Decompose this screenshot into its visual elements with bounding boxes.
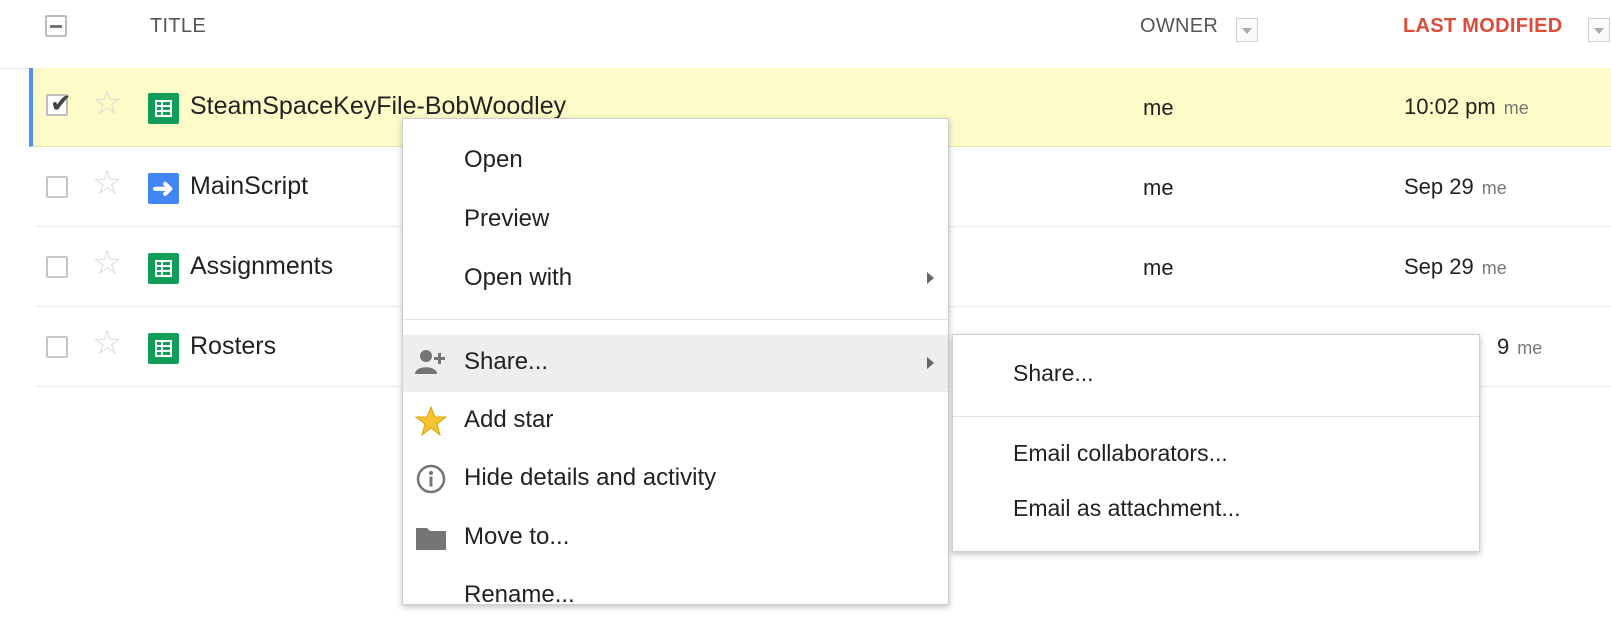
star-icon[interactable]: ☆ [92, 86, 122, 120]
file-owner: me [1143, 255, 1174, 280]
script-icon: ➜ [148, 173, 179, 204]
menu-item-label: Move to... [464, 523, 570, 550]
select-all-checkbox[interactable] [45, 15, 67, 37]
file-name[interactable]: SteamSpaceKeyFile-BobWoodley [190, 92, 566, 121]
star-icon[interactable]: ☆ [92, 326, 122, 360]
modified-time: Sep 29 [1404, 174, 1474, 199]
sheets-icon [148, 333, 179, 364]
context-menu: Open Preview Open with Share... Add star… [402, 118, 949, 608]
owner-sort-dropdown-icon[interactable] [1236, 18, 1258, 42]
star-icon[interactable]: ☆ [92, 246, 122, 280]
owner-column-header[interactable]: OWNER [1140, 15, 1218, 38]
add-person-icon [415, 350, 445, 374]
modified-by: me [1503, 98, 1529, 118]
menu-item-label: Share... [464, 348, 549, 375]
modified-time: 10:02 pm [1404, 94, 1496, 119]
submenu-item-email-as-attachment[interactable]: Email as attachment... [1013, 495, 1241, 522]
submenu-arrow-icon [927, 272, 934, 284]
menu-item-label: Open [464, 146, 523, 173]
submenu-arrow-icon [927, 357, 934, 369]
menu-item-add-star[interactable]: Add star [403, 394, 948, 448]
star-icon [415, 406, 447, 436]
menu-item-open[interactable]: Open [403, 134, 948, 188]
menu-item-preview[interactable]: Preview [403, 193, 948, 247]
file-name[interactable]: Assignments [190, 252, 333, 281]
menu-item-open-with[interactable]: Open with [403, 252, 948, 306]
sheets-icon [148, 253, 179, 284]
menu-item-share[interactable]: Share... [403, 335, 948, 392]
last-modified-sort-dropdown-icon[interactable] [1588, 18, 1610, 42]
modified-time: Sep 29 [1404, 254, 1474, 279]
file-owner: me [1143, 175, 1174, 200]
submenu-item-email-collaborators[interactable]: Email collaborators... [1013, 440, 1228, 467]
menu-item-label: Hide details and activity [464, 464, 717, 491]
menu-item-label: Open with [464, 264, 573, 291]
file-list-header: TITLE OWNER LAST MODIFIED [0, 0, 1611, 69]
file-modified: Sep 29 me [1404, 254, 1507, 280]
menu-item-hide-details[interactable]: Hide details and activity [403, 452, 948, 506]
star-icon[interactable]: ☆ [92, 166, 122, 200]
file-name[interactable]: MainScript [190, 172, 308, 201]
checkmark-icon: ✔ [50, 88, 72, 118]
modified-by: me [1481, 178, 1507, 198]
info-icon [416, 464, 446, 494]
file-modified: 9 me [1497, 334, 1542, 360]
row-checkbox[interactable] [46, 176, 68, 198]
file-modified: 10:02 pm me [1404, 94, 1529, 120]
row-checkbox[interactable]: ✔ [46, 90, 72, 116]
row-checkbox[interactable] [46, 256, 68, 278]
share-submenu: Share... Email collaborators... Email as… [952, 334, 1480, 552]
file-owner: me [1143, 95, 1174, 120]
menu-item-move-to[interactable]: Move to... [403, 511, 948, 565]
sheets-icon [148, 93, 179, 124]
row-checkbox[interactable] [46, 336, 68, 358]
menu-item-label: Preview [464, 205, 550, 232]
minus-icon [50, 25, 62, 28]
menu-divider [403, 319, 948, 320]
modified-time: 9 [1497, 334, 1510, 359]
modified-by: me [1481, 258, 1507, 278]
submenu-item-share[interactable]: Share... [1013, 360, 1094, 387]
submenu-divider [953, 416, 1479, 417]
file-name[interactable]: Rosters [190, 332, 276, 361]
menu-item-label: Add star [464, 406, 554, 433]
title-column-header[interactable]: TITLE [150, 15, 206, 38]
last-modified-column-header[interactable]: LAST MODIFIED [1403, 15, 1562, 38]
file-modified: Sep 29 me [1404, 174, 1507, 200]
menu-item-rename[interactable]: Rename... [403, 569, 948, 623]
modified-by: me [1517, 338, 1543, 358]
folder-icon [416, 528, 446, 550]
